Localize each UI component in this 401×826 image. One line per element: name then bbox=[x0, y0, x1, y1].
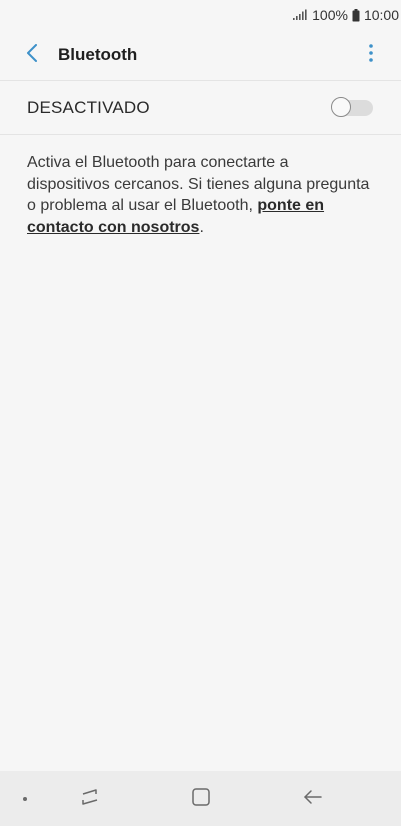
home-button[interactable] bbox=[187, 785, 215, 813]
recent-apps-button[interactable] bbox=[76, 785, 104, 813]
bluetooth-toggle-row[interactable]: DESACTIVADO bbox=[0, 81, 401, 134]
battery-percent: 100% bbox=[312, 7, 348, 23]
clock: 10:00 bbox=[363, 7, 399, 23]
nav-back-button[interactable] bbox=[299, 785, 327, 813]
back-arrow-icon bbox=[303, 789, 323, 810]
switch-thumb bbox=[331, 96, 351, 117]
back-button[interactable] bbox=[4, 30, 60, 80]
page-title: Bluetooth bbox=[58, 45, 138, 64]
battery-icon bbox=[352, 8, 360, 22]
navigation-bar bbox=[0, 771, 401, 826]
toggle-label: DESACTIVADO bbox=[27, 97, 150, 117]
back-arrow-icon bbox=[26, 43, 38, 67]
more-vertical-icon bbox=[369, 43, 373, 67]
home-icon bbox=[191, 787, 211, 812]
more-options-button[interactable] bbox=[361, 42, 381, 68]
signal-bars-icon bbox=[292, 9, 308, 21]
divider bbox=[0, 134, 401, 135]
nav-indicator-dot bbox=[23, 797, 27, 801]
bluetooth-switch[interactable] bbox=[331, 96, 373, 119]
description-trailing: . bbox=[199, 218, 204, 236]
bluetooth-description: Activa el Bluetooth para conectarte a di… bbox=[27, 152, 372, 238]
status-bar: 100% 10:00 bbox=[0, 0, 401, 30]
recent-apps-icon bbox=[79, 788, 101, 811]
app-bar: Bluetooth bbox=[0, 30, 401, 80]
